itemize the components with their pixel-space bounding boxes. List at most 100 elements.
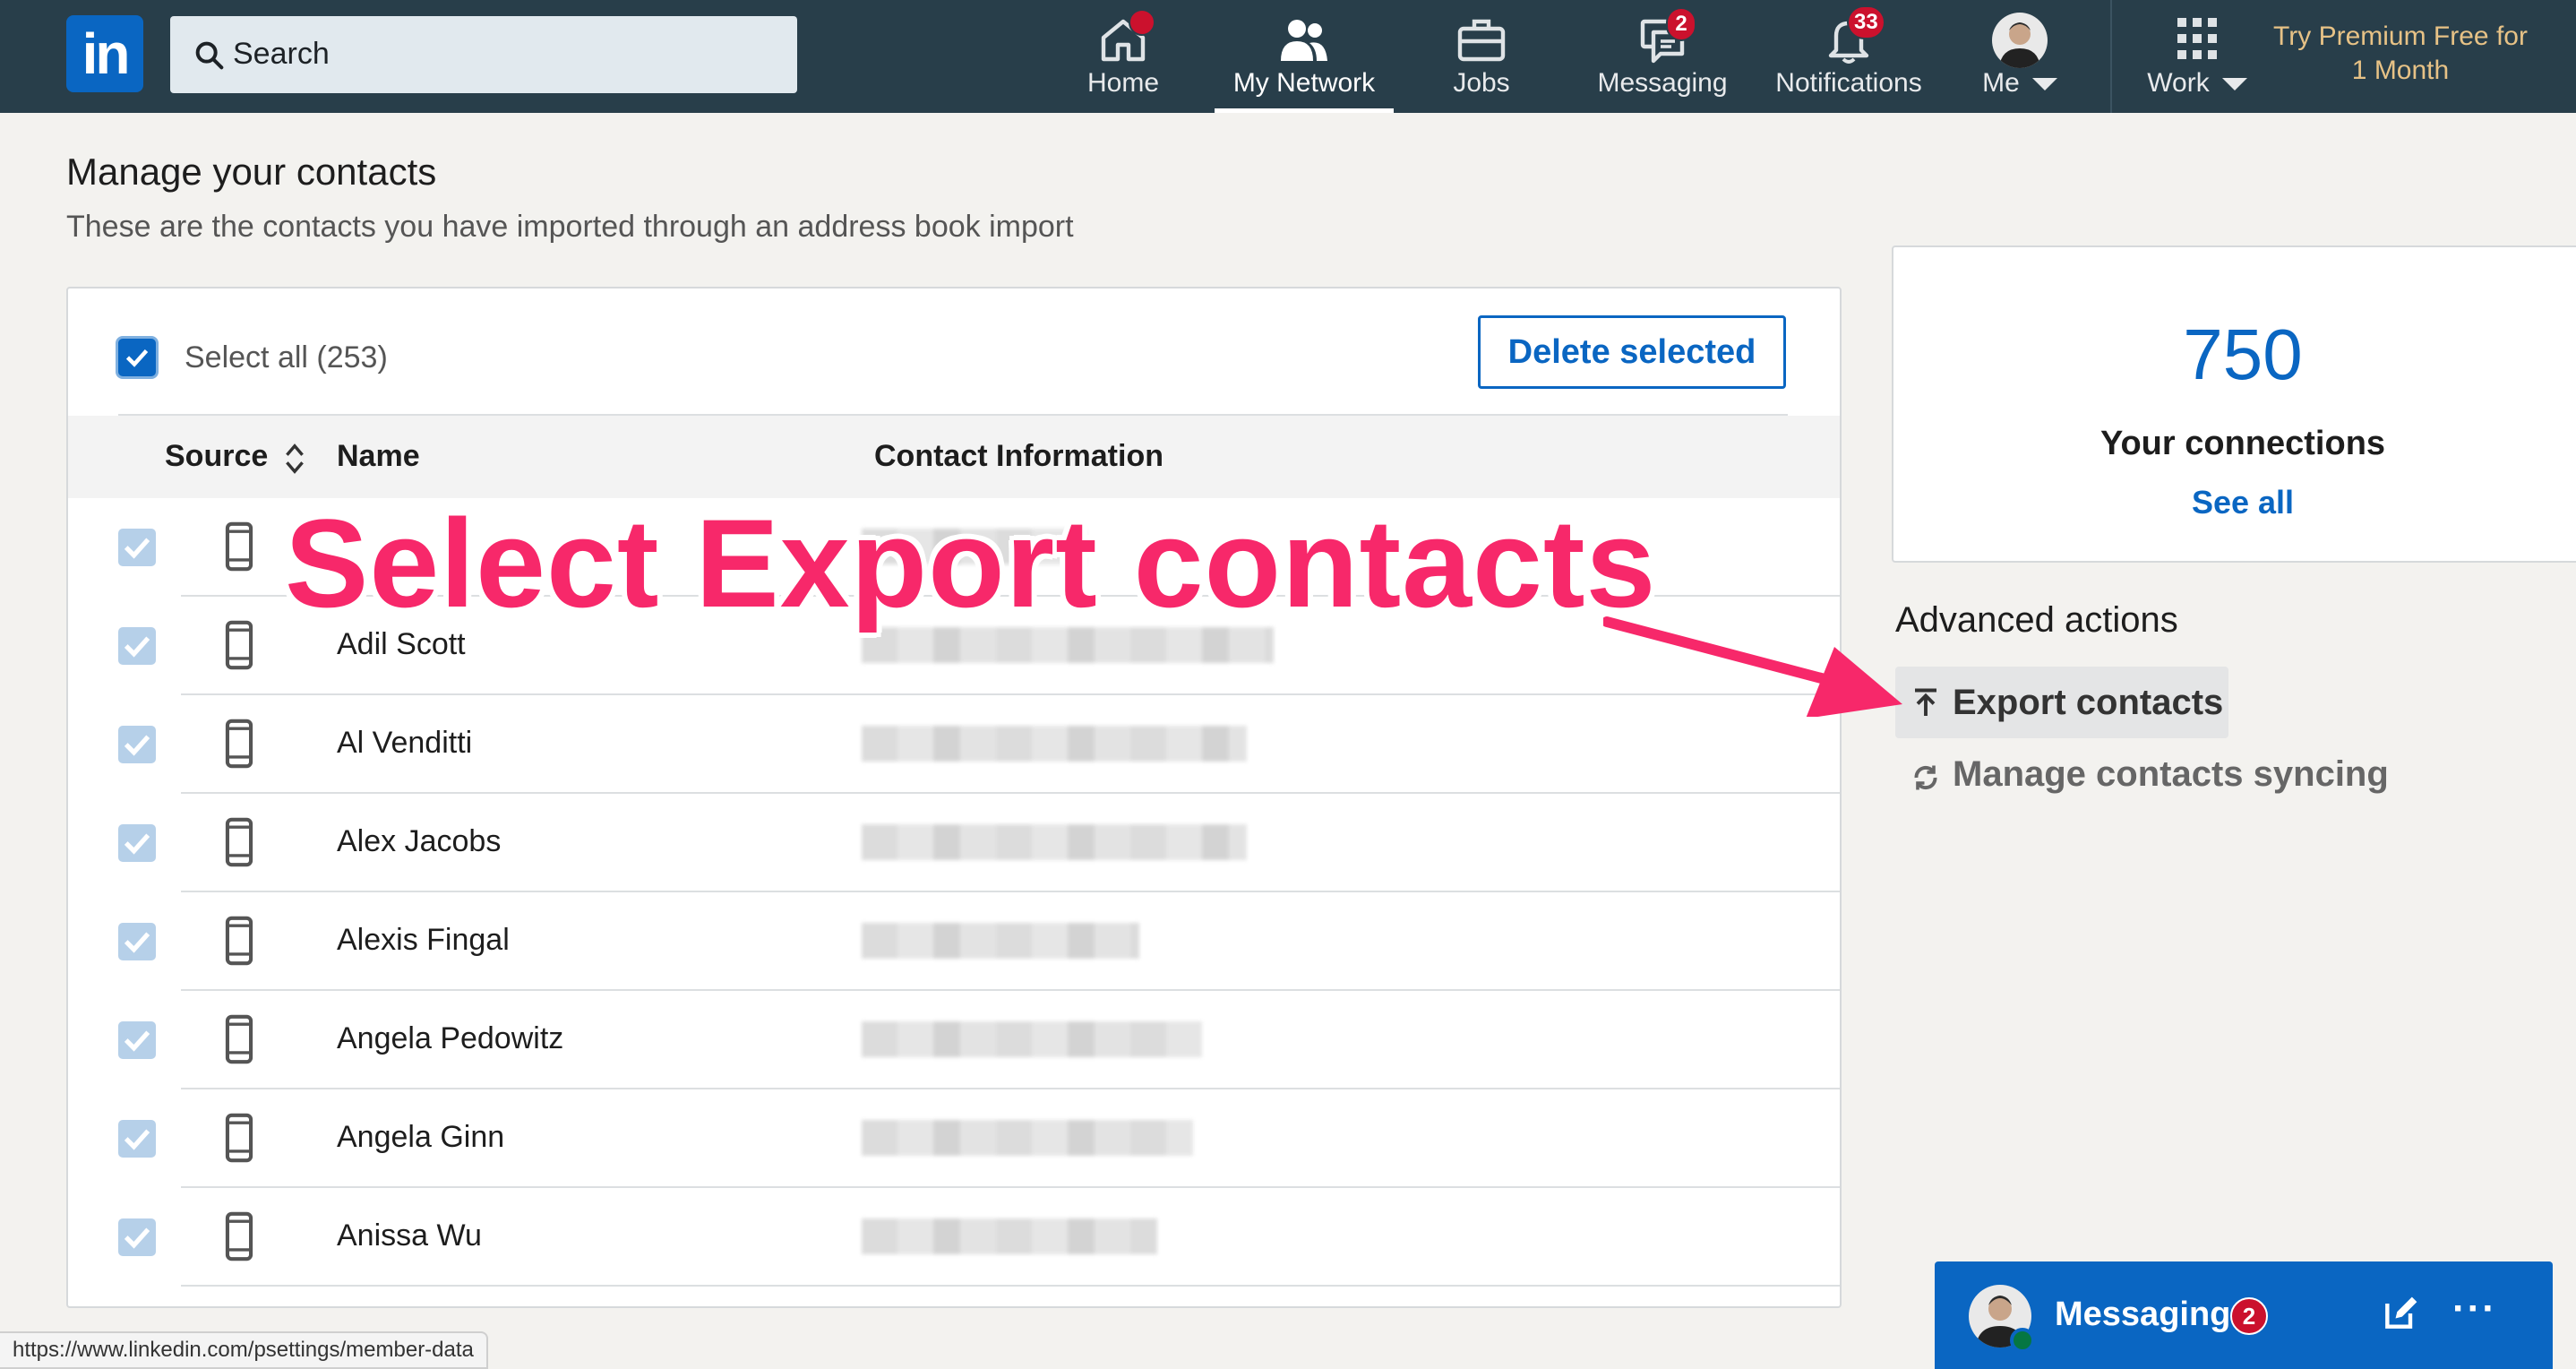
row-checkbox[interactable] (118, 923, 156, 960)
mobile-phone-icon (225, 1014, 253, 1064)
contact-info-redacted (862, 1120, 1193, 1156)
connections-card: 750 Your connections See all (1892, 245, 2576, 563)
messaging-dock-label: Messaging (2055, 1296, 2231, 1333)
table-row[interactable]: Angela Pedowitz (68, 991, 1840, 1089)
messaging-dock[interactable]: Messaging 2 ··· (1935, 1261, 2553, 1369)
delete-selected-button[interactable]: Delete selected (1478, 315, 1786, 389)
nav-my-network-label: My Network (1232, 68, 1376, 98)
table-row[interactable]: Anissa Wu (68, 1188, 1840, 1287)
contact-name: Angela Ginn (337, 1120, 505, 1154)
export-contacts-button[interactable]: Export contacts (1895, 667, 2228, 738)
nav-divider (2110, 0, 2112, 113)
checkmark-icon (124, 735, 150, 756)
contact-info-redacted (862, 923, 1139, 959)
home-badge-dot (1129, 9, 1155, 36)
contacts-card: Select all (253) Delete selected Source … (66, 287, 1842, 1308)
mobile-phone-icon (225, 620, 253, 670)
page-title: Manage your contacts (66, 151, 437, 193)
row-checkbox[interactable] (118, 1218, 156, 1256)
table-header: Source Name Contact Information (68, 416, 1840, 498)
checkmark-icon (124, 1030, 150, 1052)
contact-name: Alex Jacobs (337, 824, 502, 858)
select-all-label: Select all (253) (185, 340, 388, 375)
connections-label: Your connections (2099, 425, 2386, 462)
mobile-phone-icon (225, 817, 253, 867)
col-name: Name (337, 439, 420, 473)
mobile-phone-icon (225, 719, 253, 769)
export-contacts-label: Export contacts (1953, 683, 2224, 722)
select-all-checkbox[interactable] (118, 339, 156, 376)
sync-icon (1914, 765, 1937, 790)
nav-work[interactable]: Work (2132, 0, 2263, 113)
nav-messaging[interactable]: 2 Messaging (1591, 0, 1734, 113)
col-contact-information: Contact Information (874, 439, 1163, 473)
messaging-dock-badge: 2 (2230, 1297, 2268, 1335)
mobile-phone-icon (225, 521, 253, 572)
table-row[interactable]: Angela Ginn (68, 1089, 1840, 1188)
row-checkbox[interactable] (118, 824, 156, 862)
nav-work-label: Work (2132, 68, 2263, 99)
row-checkbox[interactable] (118, 529, 156, 566)
annotation-arrow-icon (1603, 616, 1902, 717)
row-checkbox[interactable] (118, 1021, 156, 1059)
nav-notifications[interactable]: 33 Notifications (1761, 0, 1936, 113)
contact-info-redacted (862, 726, 1247, 762)
table-row[interactable]: Al Venditti (68, 695, 1840, 794)
linkedin-logo[interactable]: in (66, 15, 143, 92)
nav-me-label: Me (1962, 68, 2078, 99)
chevron-down-icon (2221, 78, 2247, 91)
contact-name: Al Venditti (337, 726, 473, 760)
nav-home[interactable]: Home (1069, 0, 1177, 113)
row-checkbox[interactable] (118, 1120, 156, 1158)
logo-text: in (82, 22, 131, 86)
top-nav: in Search Home My Network Jobs 2 Messagi… (0, 0, 2576, 113)
connections-count: 750 (2183, 314, 2303, 394)
nav-jobs[interactable]: Jobs (1428, 0, 1535, 113)
premium-link[interactable]: Try Premium Free for 1 Month (2266, 20, 2535, 88)
notifications-badge: 33 (1847, 5, 1885, 39)
nav-notifications-label: Notifications (1775, 68, 1922, 98)
search-input[interactable]: Search (170, 16, 797, 93)
manage-syncing-label: Manage contacts syncing (1953, 754, 2389, 794)
nav-me[interactable]: Me (1962, 0, 2078, 113)
briefcase-icon (1457, 19, 1506, 62)
page-subtitle: These are the contacts you have imported… (66, 210, 1074, 244)
row-divider (181, 1285, 1840, 1287)
search-placeholder: Search (233, 37, 330, 71)
mobile-phone-icon (225, 916, 253, 966)
checkmark-icon (124, 833, 150, 855)
chevron-down-icon (2031, 78, 2057, 91)
nav-jobs-label: Jobs (1453, 68, 1510, 98)
contact-info-redacted (862, 824, 1247, 860)
contact-name: Angela Pedowitz (337, 1021, 564, 1055)
status-url: https://www.linkedin.com/psettings/membe… (0, 1331, 488, 1369)
advanced-actions-title: Advanced actions (1895, 600, 2178, 640)
selection-bar: Select all (253) Delete selected (68, 288, 1840, 416)
checkmark-icon (124, 932, 150, 953)
row-checkbox[interactable] (118, 726, 156, 763)
table-row[interactable]: Alexis Fingal (68, 892, 1840, 991)
see-all-link[interactable]: See all (1893, 484, 2576, 521)
nav-messaging-label: Messaging (1597, 68, 1728, 98)
contact-info-redacted (862, 1021, 1202, 1057)
contact-info-redacted (862, 1218, 1157, 1254)
row-checkbox[interactable] (118, 627, 156, 665)
checkmark-icon (124, 636, 150, 658)
people-icon (1281, 20, 1327, 61)
compose-icon[interactable] (2381, 1294, 2420, 1333)
export-icon (1915, 688, 1936, 716)
col-source[interactable]: Source (165, 439, 268, 474)
messaging-badge: 2 (1666, 7, 1696, 41)
contact-name: Anissa Wu (337, 1218, 482, 1253)
search-icon (195, 41, 224, 70)
checkmark-icon (124, 1227, 150, 1249)
online-status-dot (2010, 1328, 2035, 1353)
more-options-icon[interactable]: ··· (2452, 1287, 2497, 1331)
nav-my-network[interactable]: My Network (1215, 0, 1394, 113)
checkmark-icon (125, 349, 149, 367)
sort-icon[interactable] (281, 441, 308, 477)
table-row[interactable]: Alex Jacobs (68, 794, 1840, 892)
checkmark-icon (124, 1129, 150, 1150)
contact-name: Alexis Fingal (337, 923, 510, 957)
annotation-text: Select Export contacts (285, 493, 1657, 633)
